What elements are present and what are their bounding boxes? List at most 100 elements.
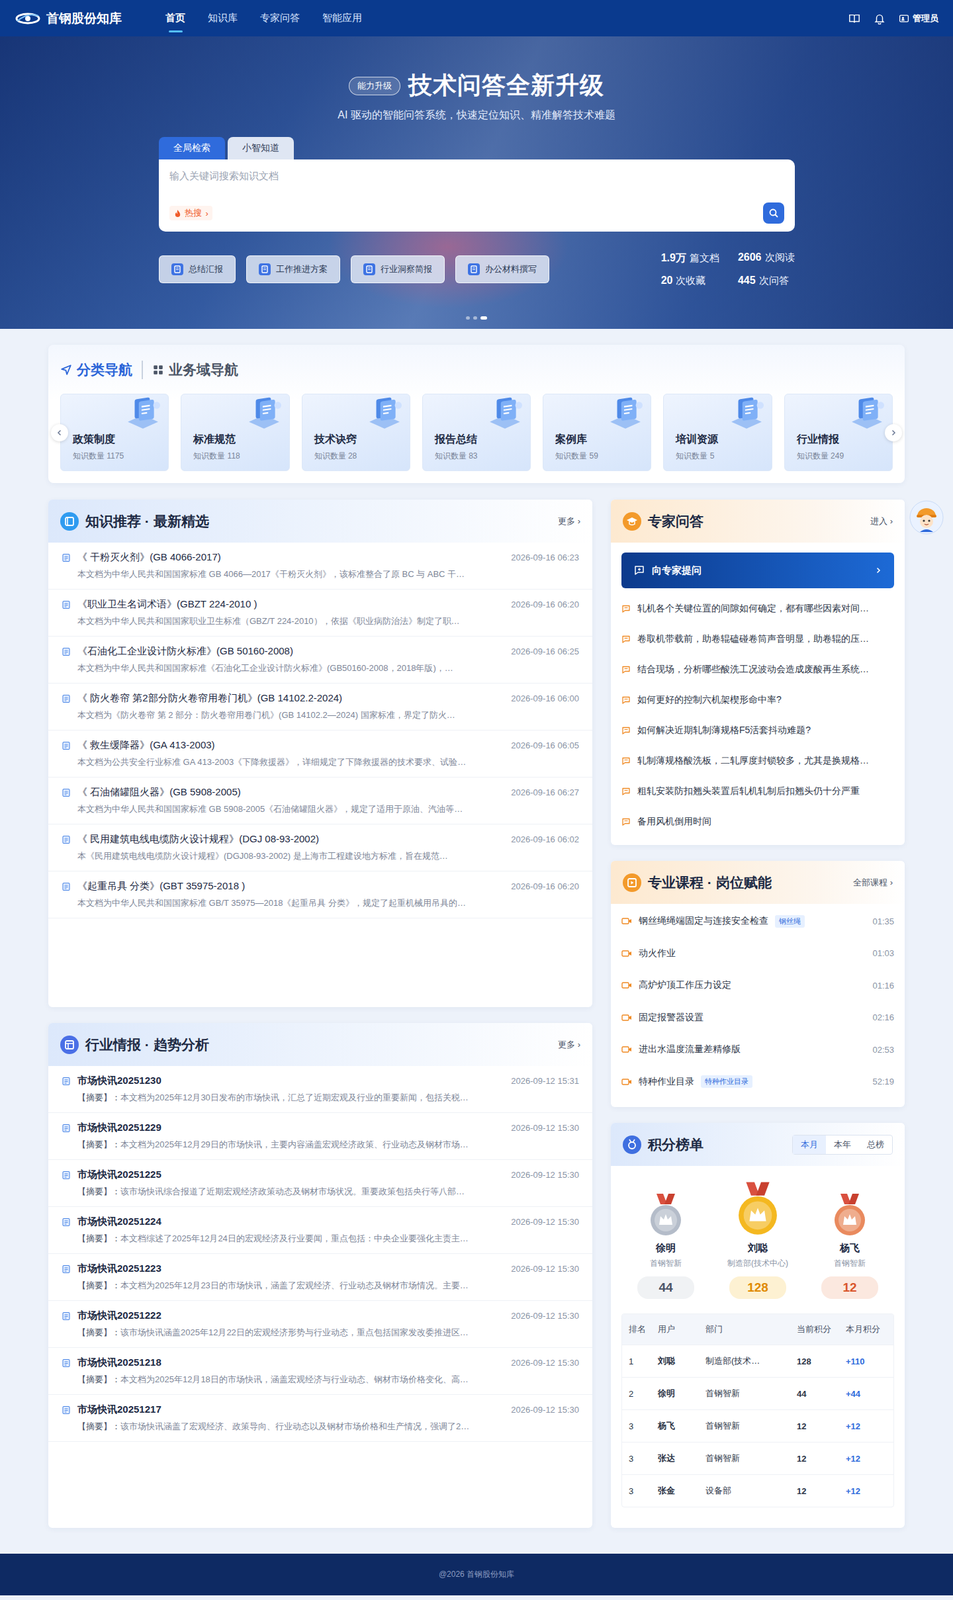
knowledge-item[interactable]: 《职业卫生名词术语》(GBZT 224-2010 )2026-09-16 06:…: [48, 589, 593, 637]
knowledge-item[interactable]: 《石油化工企业设计防火标准》(GB 50160-2008)2026-09-16 …: [48, 636, 593, 684]
question-item[interactable]: 轧机各个关键位置的间隙如何确定，都有哪些因素对间…: [621, 593, 895, 625]
intel-item[interactable]: 市场快讯202512242026-09-12 15:30【摘要】：本文档综述了2…: [48, 1207, 593, 1255]
more-link[interactable]: 更多 ›: [557, 515, 581, 528]
knowledge-item[interactable]: 《 石油储罐阻火器》(GB 5908-2005)2026-09-16 06:27…: [48, 777, 593, 825]
period-tab[interactable]: 总榜: [859, 1135, 893, 1155]
nav-item[interactable]: 首页: [165, 0, 186, 37]
search-tab[interactable]: 全局检索: [158, 136, 226, 160]
ask-expert-button[interactable]: 向专家提问: [621, 552, 895, 589]
carousel-dot[interactable]: [473, 316, 478, 320]
quick-action-button[interactable]: 办公材料撰写: [455, 255, 550, 284]
item-title: 《起重吊具 分类》(GBT 35975-2018 ): [77, 880, 505, 893]
item-date: 2026-09-12 15:30: [510, 1358, 580, 1368]
month-score-cell: +12: [845, 1421, 887, 1432]
category-title: 技术诀窍: [314, 432, 401, 447]
intel-item[interactable]: 市场快讯202512222026-09-12 15:30【摘要】：该市场快讯涵盖…: [48, 1301, 593, 1349]
quick-action-button[interactable]: 总结汇报: [158, 255, 236, 284]
course-item[interactable]: 进出水温度流量差精修版02:53: [621, 1033, 895, 1067]
carousel-dot[interactable]: [465, 316, 470, 320]
intel-item[interactable]: 市场快讯202512302026-09-12 15:31【摘要】：本文档为202…: [48, 1066, 593, 1114]
carousel-dots: [465, 316, 488, 320]
navigation-icon: [60, 363, 73, 376]
question-item[interactable]: 结合现场，分析哪些酸洗工况波动会造成废酸再生系统…: [621, 654, 895, 685]
stat-unit: 次问答: [759, 274, 789, 288]
question-item[interactable]: 粗轧安装防扣翘头装置后轧机轧制后扣翘头仍十分严重: [621, 776, 895, 807]
chevron-left-icon: [55, 428, 64, 437]
knowledge-item[interactable]: 《 救生缓降器》(GA 413-2003)2026-09-16 06:05本文档…: [48, 730, 593, 778]
medal-icon: [829, 1192, 870, 1239]
search-tab[interactable]: 小智知道: [227, 136, 294, 160]
intel-item[interactable]: 市场快讯202512252026-09-12 15:30【摘要】：该市场快讯综合…: [48, 1160, 593, 1208]
table-row[interactable]: 2徐明首钢智新44+44: [622, 1377, 894, 1410]
course-item[interactable]: 固定报警器设置02:16: [621, 1001, 895, 1035]
intel-item[interactable]: 市场快讯202512232026-09-12 15:30【摘要】：本文档为202…: [48, 1254, 593, 1302]
carousel-next[interactable]: [884, 424, 903, 442]
item-title: 《 干粉灭火剂》(GB 4066-2017): [77, 551, 505, 564]
item-summary: 该市场快讯综合报道了近期宏观经济政策动态及钢材市场状况。重要政策包括央行等八部…: [120, 1186, 465, 1197]
more-link[interactable]: 更多 ›: [557, 1039, 581, 1051]
category-tab[interactable]: 业务域导航: [141, 360, 248, 380]
podium-entry[interactable]: 徐明首钢智新44: [637, 1192, 695, 1300]
user-cell: 徐明: [657, 1387, 706, 1400]
book-icon[interactable]: [848, 12, 861, 25]
nav-item[interactable]: 知识库: [207, 0, 238, 37]
podium-name: 杨飞: [839, 1242, 860, 1255]
carousel-prev[interactable]: [50, 424, 69, 442]
knowledge-item[interactable]: 《起重吊具 分类》(GBT 35975-2018 )2026-09-16 06:…: [48, 871, 593, 919]
podium-entry[interactable]: 杨飞首钢智新12: [821, 1192, 879, 1300]
period-tab[interactable]: 本年: [825, 1135, 860, 1155]
intel-item[interactable]: 市场快讯202512182026-09-12 15:30【摘要】：本文档为202…: [48, 1348, 593, 1396]
quick-action-button[interactable]: 行业洞察简报: [350, 255, 445, 284]
search-input[interactable]: [169, 168, 785, 183]
category-card[interactable]: 报告总结知识数量 83: [422, 393, 531, 472]
assistant-avatar[interactable]: [909, 500, 944, 535]
item-title: 市场快讯20251217: [77, 1403, 505, 1417]
question-item[interactable]: 轧制薄规格酸洗板，二轧厚度封锁较多，尤其是换规格…: [621, 745, 895, 777]
intel-item[interactable]: 市场快讯202512172026-09-12 15:30【摘要】：该市场快讯涵盖…: [48, 1395, 593, 1443]
category-card[interactable]: 标准规范知识数量 118: [180, 393, 290, 472]
enter-link[interactable]: 进入 ›: [870, 515, 893, 528]
period-tab[interactable]: 本月: [792, 1135, 826, 1155]
dept-cell: 设备部: [705, 1485, 797, 1498]
user-menu[interactable]: 管理员: [898, 12, 939, 25]
nav-item[interactable]: 专家问答: [260, 0, 300, 37]
category-card[interactable]: 技术诀窍知识数量 28: [301, 393, 411, 472]
table-row[interactable]: 3张达首钢智新12+12: [622, 1442, 894, 1475]
knowledge-item[interactable]: 《 防火卷帘 第2部分防火卷帘用卷门机》(GB 14102.2-2024)202…: [48, 683, 593, 731]
category-card[interactable]: 案例库知识数量 59: [542, 393, 652, 472]
question-item[interactable]: 如何解决近期轧制薄规格F5活套抖动难题?: [621, 715, 895, 746]
question-item[interactable]: 备用风机倒用时间: [621, 806, 895, 838]
medal-icon: [622, 1135, 642, 1155]
category-card[interactable]: 行业情报知识数量 249: [784, 393, 893, 472]
question-item[interactable]: 卷取机带载前，助卷辊磕碰卷筒声音明显，助卷辊的压…: [621, 624, 895, 655]
carousel-dot[interactable]: [480, 316, 488, 320]
table-row[interactable]: 1刘聪制造部(技术…128+110: [622, 1344, 894, 1378]
hot-search[interactable]: 热搜›: [169, 205, 213, 221]
course-tag: 特种作业目录: [700, 1075, 753, 1089]
table-row[interactable]: 3张金设备部12+12: [622, 1474, 894, 1507]
course-item[interactable]: 钢丝绳绳端固定与连接安全检查钢丝绳01:35: [621, 905, 895, 938]
brand[interactable]: 首钢股份知库: [14, 9, 122, 28]
search-button[interactable]: [763, 202, 785, 224]
intel-item[interactable]: 市场快讯202512292026-09-12 15:30【摘要】：本文档为202…: [48, 1113, 593, 1161]
item-title: 《 石油储罐阻火器》(GB 5908-2005): [77, 786, 505, 799]
podium-entry[interactable]: 刘聪制造部(技术中心)128: [727, 1180, 789, 1300]
question-item[interactable]: 如何更好的控制六机架楔形命中率?: [621, 684, 895, 716]
document-icon: [61, 1264, 71, 1274]
course-item[interactable]: 特种作业目录特种作业目录52:19: [621, 1066, 895, 1099]
report-icon: [60, 1035, 79, 1055]
category-card[interactable]: 培训资源知识数量 5: [663, 393, 772, 472]
podium-score: 128: [729, 1276, 787, 1300]
category-tab[interactable]: 分类导航: [60, 360, 142, 380]
quick-action-button[interactable]: 工作推进方案: [246, 255, 341, 284]
category-card[interactable]: 政策制度知识数量 1175: [60, 393, 169, 472]
more-link[interactable]: 全部课程 ›: [853, 876, 893, 889]
table-row[interactable]: 3杨飞首钢智新12+12: [622, 1409, 894, 1443]
course-item[interactable]: 高炉炉顶工作压力设定01:16: [621, 969, 895, 1002]
course-item[interactable]: 动火作业01:03: [621, 937, 895, 971]
bell-icon[interactable]: [873, 12, 886, 25]
chat-icon: [621, 634, 631, 644]
knowledge-item[interactable]: 《 干粉灭火剂》(GB 4066-2017)2026-09-16 06:23本文…: [48, 542, 593, 590]
knowledge-item[interactable]: 《 民用建筑电线电缆防火设计规程》(DGJ 08-93-2002)2026-09…: [48, 824, 593, 872]
nav-item[interactable]: 智能应用: [322, 0, 363, 37]
